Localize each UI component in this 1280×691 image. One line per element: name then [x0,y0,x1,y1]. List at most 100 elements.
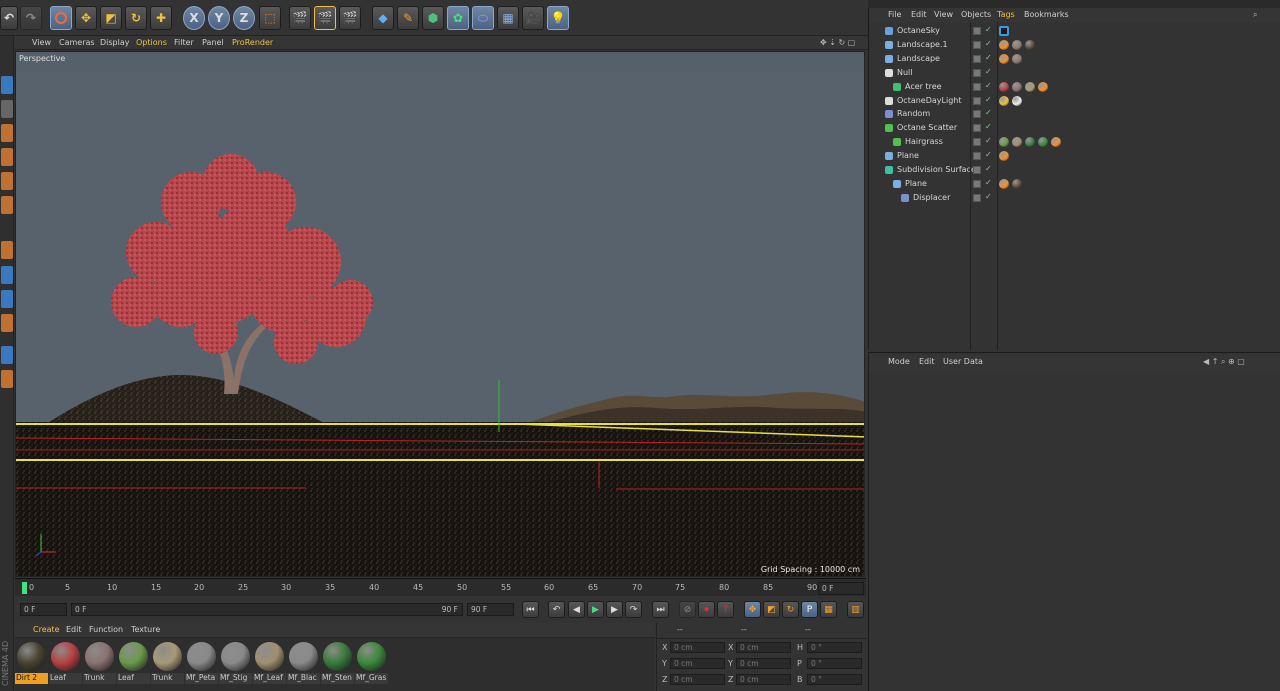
enabled-check-icon[interactable]: ✓ [985,178,992,187]
y-axis-button[interactable]: Y [208,6,230,30]
object-tag[interactable] [1051,137,1061,148]
rotation-p-field[interactable]: 0 ° [807,658,862,669]
menu-edit[interactable]: Edit [919,357,935,366]
object-row[interactable]: Null ✓ [869,66,1280,80]
object-tag[interactable] [1025,81,1035,92]
start-frame-field[interactable]: 0 F [20,603,67,616]
add-object-icon[interactable]: ✚ [150,6,172,30]
material-swatch[interactable]: Mf_Gras [355,640,388,684]
timeline-playhead[interactable] [22,582,27,594]
model-mode-icon[interactable] [1,76,13,94]
visibility-toggle[interactable] [973,40,981,49]
menu-function[interactable]: Function [89,625,123,634]
render-picture-viewer-icon[interactable]: 🎬 [314,6,336,30]
object-tag[interactable] [1012,81,1022,92]
viewport-nav-icons[interactable]: ✥ ⇣ ↻ ▢ [820,38,855,47]
object-row[interactable]: OctaneSky ✓ [869,24,1280,38]
key-position-icon[interactable]: ✥ [744,601,761,618]
go-to-start-icon[interactable]: ⏮ [522,601,539,618]
material-swatch[interactable]: Mf_Peta [185,640,218,684]
redo-icon[interactable]: ↷ [20,6,42,30]
object-tag[interactable] [1012,95,1022,106]
viewport-camera-label[interactable]: Perspective [19,54,65,63]
menu-panel[interactable]: Panel [202,38,224,47]
object-tag[interactable] [999,81,1009,92]
menu-edit[interactable]: Edit [911,10,927,19]
object-row[interactable]: Acer tree ✓ [869,80,1280,94]
enabled-check-icon[interactable]: ✓ [985,81,992,90]
x-axis-button[interactable]: X [183,6,205,30]
visibility-toggle[interactable] [973,152,981,161]
pen-icon[interactable]: ✎ [397,6,419,30]
key-pla-icon[interactable]: ▦ [820,601,837,618]
timeline-window-icon[interactable]: ▥ [847,601,864,618]
workplane-lock-icon[interactable] [1,314,13,332]
coordinate-system-icon[interactable]: ⬚ [259,6,281,30]
previous-frame-icon[interactable]: ◀ [568,601,585,618]
tweak-mode-icon[interactable] [1,266,13,284]
material-swatch[interactable]: Leaf [117,640,150,684]
key-rotation-icon[interactable]: ↻ [782,601,799,618]
preview-range-slider[interactable]: 0 F 90 F [71,603,463,616]
object-row[interactable]: Plane ✓ [869,177,1280,191]
search-icon[interactable]: ⌕ [1253,10,1257,20]
object-row[interactable]: Octane Scatter ✓ [869,121,1280,135]
key-scale-icon[interactable]: ◩ [763,601,780,618]
next-frame-icon[interactable]: ▶ [606,601,623,618]
menu-filter[interactable]: Filter [174,38,194,47]
material-swatch[interactable]: Trunk [151,640,184,684]
rotation-h-field[interactable]: 0 ° [807,642,862,653]
next-key-icon[interactable]: ↷ [625,601,642,618]
polygons-mode-icon[interactable] [1,196,13,214]
floor-icon[interactable]: ▦ [497,6,519,30]
object-row[interactable]: Subdivision Surface ✓ [869,163,1280,177]
visibility-toggle[interactable] [973,96,981,105]
axis-mode-icon[interactable] [1,241,13,259]
menu-user-data[interactable]: User Data [943,357,983,366]
texture-mode-icon[interactable] [1,100,13,118]
mograph-icon[interactable]: ✿ [447,6,469,30]
visibility-toggle[interactable] [973,138,981,147]
position-y-field[interactable]: 0 cm [670,658,725,669]
menu-texture[interactable]: Texture [131,625,160,634]
menu-view[interactable]: View [934,10,953,19]
enabled-check-icon[interactable]: ✓ [985,192,992,201]
subdivision-icon[interactable]: ⬢ [422,6,444,30]
current-frame-field[interactable]: 0 F [818,582,864,595]
position-x-field[interactable]: 0 cm [670,642,725,653]
snap-icon[interactable] [1,290,13,308]
edges-mode-icon[interactable] [1,172,13,190]
menu-edit[interactable]: Edit [66,625,82,634]
menu-cameras[interactable]: Cameras [59,38,95,47]
material-swatch[interactable]: Dirt 2 [15,640,48,684]
enabled-check-icon[interactable]: ✓ [985,150,992,159]
enabled-check-icon[interactable]: ✓ [985,95,992,104]
position-z-field[interactable]: 0 cm [670,674,725,685]
object-tag[interactable] [1025,39,1035,50]
visibility-toggle[interactable] [973,110,981,119]
enabled-check-icon[interactable]: ✓ [985,164,992,173]
enabled-check-icon[interactable]: ✓ [985,136,992,145]
edit-render-settings-icon[interactable]: 🎬 [339,6,361,30]
points-mode-icon[interactable] [1,148,13,166]
menu-create[interactable]: Create [33,625,60,634]
material-swatch[interactable]: Mf_Sten [321,640,354,684]
object-row[interactable]: Landscape.1 ✓ [869,38,1280,52]
menu-view[interactable]: View [32,38,51,47]
object-row[interactable]: OctaneDayLight ✓ [869,94,1280,108]
attribute-nav-icons[interactable]: ◀ ↑ ⌕ ⊕ ▢ [1203,357,1245,367]
material-swatch[interactable]: Mf_Blac [287,640,320,684]
autokey-icon[interactable]: ⏺ [698,601,715,618]
object-tag[interactable] [1038,81,1048,92]
object-tag[interactable] [999,39,1009,50]
menu-file[interactable]: File [888,10,901,19]
key-parameter-icon[interactable]: P [801,601,818,618]
3d-viewport[interactable]: Perspective Grid Spacing : 10000 cm [15,51,865,577]
object-row[interactable]: Plane ✓ [869,149,1280,163]
size-y-field[interactable]: 0 cm [736,658,791,669]
material-swatch[interactable]: Mf_Leaf [253,640,286,684]
enabled-check-icon[interactable]: ✓ [985,108,992,117]
visibility-toggle[interactable] [973,27,981,35]
enabled-check-icon[interactable]: ✓ [985,122,992,131]
enabled-check-icon[interactable]: ✓ [985,39,992,48]
